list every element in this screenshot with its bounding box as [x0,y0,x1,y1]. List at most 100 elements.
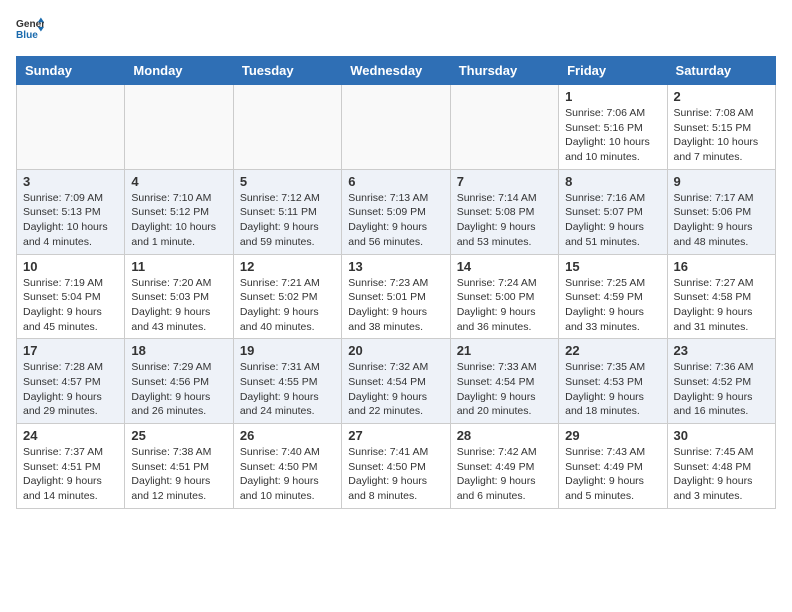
day-info: Sunrise: 7:12 AM Sunset: 5:11 PM Dayligh… [240,191,335,250]
day-number: 1 [565,89,660,104]
day-info: Sunrise: 7:06 AM Sunset: 5:16 PM Dayligh… [565,106,660,165]
day-info: Sunrise: 7:38 AM Sunset: 4:51 PM Dayligh… [131,445,226,504]
day-info: Sunrise: 7:36 AM Sunset: 4:52 PM Dayligh… [674,360,769,419]
calendar-cell [342,85,450,170]
day-info: Sunrise: 7:43 AM Sunset: 4:49 PM Dayligh… [565,445,660,504]
calendar-week-row: 24 Sunrise: 7:37 AM Sunset: 4:51 PM Dayli… [17,424,776,509]
day-info: Sunrise: 7:28 AM Sunset: 4:57 PM Dayligh… [23,360,118,419]
weekday-header: Monday [125,57,233,85]
calendar-cell: 12Sunrise: 7:21 AM Sunset: 5:02 PM Dayli… [233,254,341,339]
weekday-header: Thursday [450,57,558,85]
calendar-cell: 20 Sunrise: 7:32 AM Sunset: 4:54 PM Dayli… [342,339,450,424]
day-number: 23 [674,343,769,358]
day-info: Sunrise: 7:41 AM Sunset: 4:50 PM Dayligh… [348,445,443,504]
weekday-header: Friday [559,57,667,85]
day-number: 19 [240,343,335,358]
weekday-header: Saturday [667,57,775,85]
day-info: Sunrise: 7:27 AM Sunset: 4:58 PM Dayligh… [674,276,769,335]
day-number: 30 [674,428,769,443]
calendar-cell: 27 Sunrise: 7:41 AM Sunset: 4:50 PM Dayli… [342,424,450,509]
day-info: Sunrise: 7:25 AM Sunset: 4:59 PM Dayligh… [565,276,660,335]
day-info: Sunrise: 7:16 AM Sunset: 5:07 PM Dayligh… [565,191,660,250]
day-info: Sunrise: 7:14 AM Sunset: 5:08 PM Dayligh… [457,191,552,250]
day-info: Sunrise: 7:37 AM Sunset: 4:51 PM Dayligh… [23,445,118,504]
calendar-cell: 16 Sunrise: 7:27 AM Sunset: 4:58 PM Dayli… [667,254,775,339]
day-number: 25 [131,428,226,443]
day-number: 24 [23,428,118,443]
day-info: Sunrise: 7:31 AM Sunset: 4:55 PM Dayligh… [240,360,335,419]
weekday-header: Tuesday [233,57,341,85]
day-number: 16 [674,259,769,274]
day-number: 29 [565,428,660,443]
day-number: 11 [131,259,226,274]
day-info: Sunrise: 7:08 AM Sunset: 5:15 PM Dayligh… [674,106,769,165]
day-info: Sunrise: 7:21 AM Sunset: 5:02 PM Dayligh… [240,276,335,335]
day-info: Sunrise: 7:17 AM Sunset: 5:06 PM Dayligh… [674,191,769,250]
calendar-cell: 10 Sunrise: 7:19 AM Sunset: 5:04 PM Dayli… [17,254,125,339]
calendar-cell: 7 Sunrise: 7:14 AM Sunset: 5:08 PM Daylig… [450,169,558,254]
calendar-cell: 22Sunrise: 7:35 AM Sunset: 4:53 PM Dayli… [559,339,667,424]
day-info: Sunrise: 7:29 AM Sunset: 4:56 PM Dayligh… [131,360,226,419]
weekday-header: Sunday [17,57,125,85]
day-number: 10 [23,259,118,274]
calendar-week-row: 1 Sunrise: 7:06 AM Sunset: 5:16 PM Daylig… [17,85,776,170]
day-number: 15 [565,259,660,274]
day-info: Sunrise: 7:10 AM Sunset: 5:12 PM Dayligh… [131,191,226,250]
day-number: 18 [131,343,226,358]
day-number: 27 [348,428,443,443]
day-info: Sunrise: 7:45 AM Sunset: 4:48 PM Dayligh… [674,445,769,504]
day-number: 17 [23,343,118,358]
day-number: 7 [457,174,552,189]
calendar-cell [450,85,558,170]
day-number: 5 [240,174,335,189]
calendar-cell: 2 Sunrise: 7:08 AM Sunset: 5:15 PM Daylig… [667,85,775,170]
day-number: 6 [348,174,443,189]
calendar-cell: 24 Sunrise: 7:37 AM Sunset: 4:51 PM Dayli… [17,424,125,509]
calendar-cell: 3 Sunrise: 7:09 AM Sunset: 5:13 PM Daylig… [17,169,125,254]
calendar-cell: 9 Sunrise: 7:17 AM Sunset: 5:06 PM Daylig… [667,169,775,254]
calendar-cell: 4 Sunrise: 7:10 AM Sunset: 5:12 PM Daylig… [125,169,233,254]
day-info: Sunrise: 7:42 AM Sunset: 4:49 PM Dayligh… [457,445,552,504]
day-number: 9 [674,174,769,189]
calendar-cell: 18 Sunrise: 7:29 AM Sunset: 4:56 PM Dayli… [125,339,233,424]
day-info: Sunrise: 7:19 AM Sunset: 5:04 PM Dayligh… [23,276,118,335]
day-number: 22 [565,343,660,358]
day-number: 3 [23,174,118,189]
day-number: 28 [457,428,552,443]
calendar-week-row: 3 Sunrise: 7:09 AM Sunset: 5:13 PM Daylig… [17,169,776,254]
day-info: Sunrise: 7:32 AM Sunset: 4:54 PM Dayligh… [348,360,443,419]
day-number: 21 [457,343,552,358]
day-number: 14 [457,259,552,274]
calendar-cell: 11 Sunrise: 7:20 AM Sunset: 5:03 PM Dayli… [125,254,233,339]
svg-text:Blue: Blue [16,30,38,41]
calendar-cell: 14 Sunrise: 7:24 AM Sunset: 5:00 PM Dayli… [450,254,558,339]
calendar-cell [125,85,233,170]
day-info: Sunrise: 7:20 AM Sunset: 5:03 PM Dayligh… [131,276,226,335]
day-number: 26 [240,428,335,443]
logo: General Blue [16,16,44,44]
day-info: Sunrise: 7:09 AM Sunset: 5:13 PM Dayligh… [23,191,118,250]
day-info: Sunrise: 7:13 AM Sunset: 5:09 PM Dayligh… [348,191,443,250]
calendar-cell: 1 Sunrise: 7:06 AM Sunset: 5:16 PM Daylig… [559,85,667,170]
calendar-cell: 19 Sunrise: 7:31 AM Sunset: 4:55 PM Dayli… [233,339,341,424]
weekday-header-row: SundayMondayTuesdayWednesdayThursdayFrid… [17,57,776,85]
calendar-cell [17,85,125,170]
day-info: Sunrise: 7:33 AM Sunset: 4:54 PM Dayligh… [457,360,552,419]
header: General Blue [16,16,776,44]
calendar-cell: 23 Sunrise: 7:36 AM Sunset: 4:52 PM Dayli… [667,339,775,424]
calendar-cell: 5 Sunrise: 7:12 AM Sunset: 5:11 PM Daylig… [233,169,341,254]
day-info: Sunrise: 7:23 AM Sunset: 5:01 PM Dayligh… [348,276,443,335]
day-number: 13 [348,259,443,274]
calendar-cell: 30 Sunrise: 7:45 AM Sunset: 4:48 PM Dayli… [667,424,775,509]
calendar-cell: 13 Sunrise: 7:23 AM Sunset: 5:01 PM Dayli… [342,254,450,339]
calendar-cell: 15 Sunrise: 7:25 AM Sunset: 4:59 PM Dayli… [559,254,667,339]
calendar-cell [233,85,341,170]
day-number: 4 [131,174,226,189]
day-info: Sunrise: 7:24 AM Sunset: 5:00 PM Dayligh… [457,276,552,335]
calendar-week-row: 17 Sunrise: 7:28 AM Sunset: 4:57 PM Dayli… [17,339,776,424]
day-number: 20 [348,343,443,358]
day-info: Sunrise: 7:40 AM Sunset: 4:50 PM Dayligh… [240,445,335,504]
calendar-cell: 29 Sunrise: 7:43 AM Sunset: 4:49 PM Dayli… [559,424,667,509]
day-number: 2 [674,89,769,104]
calendar-cell: 28 Sunrise: 7:42 AM Sunset: 4:49 PM Dayli… [450,424,558,509]
